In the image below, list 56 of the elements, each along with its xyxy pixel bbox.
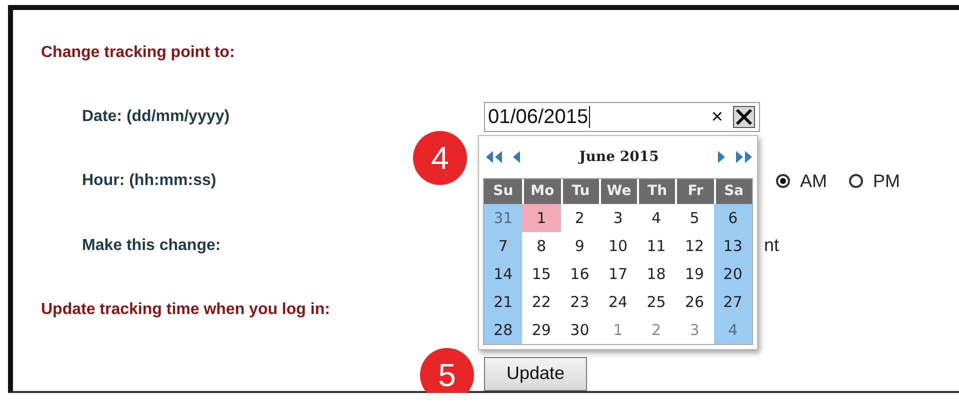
step-badge: 5: [420, 348, 474, 393]
calendar-day[interactable]: 28: [484, 316, 522, 344]
radio-option[interactable]: PM: [849, 170, 900, 192]
weekday-header: Fr: [675, 179, 714, 204]
weekday-header: Sa: [714, 179, 752, 204]
update-button[interactable]: Update: [484, 356, 587, 391]
calendar-day[interactable]: 10: [598, 232, 638, 260]
calendar-day[interactable]: 16: [560, 260, 599, 288]
field-label: Hour: (hh:mm:ss): [82, 172, 216, 190]
calendar-day[interactable]: 29: [522, 316, 561, 344]
weekday-header: Th: [637, 179, 676, 204]
month-title: June 2015: [579, 149, 659, 166]
calendar-day[interactable]: 21: [484, 288, 522, 316]
date-field[interactable]: 01/06/2015 ×: [484, 102, 760, 132]
calendar-day[interactable]: 12: [675, 232, 714, 260]
calendar-day[interactable]: 11: [637, 232, 676, 260]
clear-button[interactable]: ×: [711, 107, 733, 128]
calendar-day[interactable]: 5: [675, 204, 714, 232]
calendar-day[interactable]: 17: [598, 260, 638, 288]
step-badge: 4: [413, 131, 467, 185]
close-icon[interactable]: [733, 106, 755, 128]
radio-option[interactable]: AM: [776, 170, 827, 192]
section-heading: Update tracking time when you log in:: [41, 300, 330, 318]
calendar-day[interactable]: 14: [484, 260, 522, 288]
calendar-day[interactable]: 9: [560, 232, 599, 260]
calendar-day[interactable]: 7: [484, 232, 522, 260]
calendar-day[interactable]: 18: [637, 260, 676, 288]
calendar-day[interactable]: 19: [675, 260, 714, 288]
field-label: Date: (dd/mm/yyyy): [82, 108, 230, 126]
calendar-day[interactable]: 4: [637, 204, 676, 232]
calendar-day[interactable]: 27: [714, 288, 752, 316]
section-heading: Change tracking point to:: [41, 44, 235, 62]
calendar-day[interactable]: 3: [598, 204, 638, 232]
double-left-arrow-icon[interactable]: [485, 151, 503, 164]
calendar-day[interactable]: 2: [560, 204, 599, 232]
calendar-day[interactable]: 24: [598, 288, 638, 316]
calendar-day[interactable]: 25: [637, 288, 676, 316]
calendar-day[interactable]: 20: [714, 260, 752, 288]
calendar-day[interactable]: 8: [522, 232, 561, 260]
calendar-day[interactable]: 22: [522, 288, 561, 316]
weekday-header: Tu: [560, 179, 599, 204]
double-right-arrow-icon[interactable]: [734, 151, 753, 164]
weekday-header: Mo: [522, 179, 561, 204]
option-text: nt: [764, 235, 780, 256]
calendar-day[interactable]: 30: [560, 316, 599, 344]
calendar-day[interactable]: 6: [714, 204, 752, 232]
right-arrow-icon[interactable]: [718, 151, 726, 164]
calendar-day[interactable]: 26: [675, 288, 714, 316]
calendar-day[interactable]: 13: [714, 232, 752, 260]
field-label: Make this change:: [82, 236, 221, 254]
calendar-day[interactable]: 15: [522, 260, 561, 288]
calendar-day[interactable]: 1: [522, 204, 561, 232]
calendar-day[interactable]: 23: [560, 288, 599, 316]
weekday-header: Su: [484, 179, 522, 204]
left-arrow-icon[interactable]: [512, 151, 520, 164]
weekday-header: We: [598, 179, 638, 204]
